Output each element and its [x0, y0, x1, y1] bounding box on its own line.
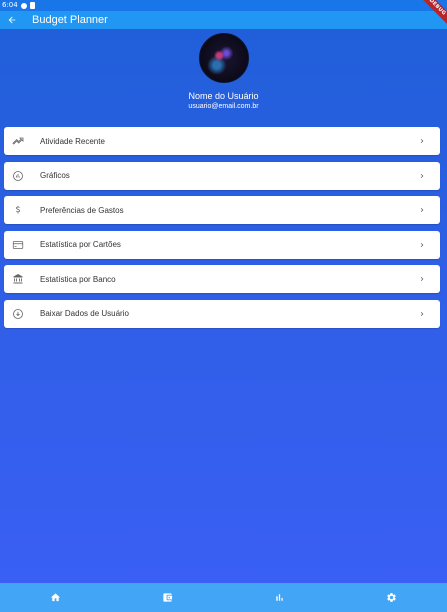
- menu-item-label: Preferências de Gastos: [40, 205, 124, 215]
- status-bar: 6:04: [0, 0, 447, 11]
- nav-home-button[interactable]: [36, 583, 76, 612]
- gear-icon: [386, 593, 396, 602]
- menu-item-label: Gráficos: [40, 171, 70, 180]
- menu-item-label: Estatística por Cartões: [40, 240, 121, 249]
- dollar-icon: [11, 203, 25, 217]
- bar-chart-icon: [276, 594, 283, 601]
- menu-item-recent-activity[interactable]: Atividade Recente: [4, 127, 440, 155]
- download-circle-icon: [11, 307, 25, 321]
- nav-wallet-button[interactable]: [148, 583, 188, 612]
- profile-section: Nome do Usuário usuario@email.com.br: [0, 33, 447, 110]
- menu-item-label: Atividade Recente: [40, 136, 105, 146]
- chart-circle-icon: [11, 169, 25, 183]
- app-title: Budget Planner: [32, 14, 108, 26]
- credit-card-icon: [11, 238, 25, 252]
- menu-item-spending-preferences[interactable]: Preferências de Gastos: [4, 196, 440, 224]
- wallet-icon: [163, 593, 173, 602]
- chevron-right-icon: [418, 310, 432, 318]
- nav-charts-button[interactable]: [259, 583, 299, 612]
- user-email: usuario@email.com.br: [188, 103, 259, 110]
- menu-item-download-user-data[interactable]: Baixar Dados de Usuário: [4, 299, 440, 328]
- bottom-navigation: [0, 583, 447, 612]
- chevron-right-icon: [418, 275, 432, 283]
- nav-settings-button[interactable]: [371, 583, 411, 612]
- menu-list: Atividade Recente Gráficos Preferências …: [4, 127, 440, 334]
- chevron-right-icon: [418, 137, 432, 145]
- notification-icon: [20, 2, 27, 9]
- user-name: Nome do Usuário: [188, 91, 259, 101]
- back-button[interactable]: [2, 11, 22, 29]
- sim-icon: [29, 2, 35, 9]
- menu-item-card-statistics[interactable]: Estatística por Cartões: [4, 230, 440, 259]
- status-time: 6:04: [2, 1, 18, 9]
- app-bar: Budget Planner: [0, 11, 447, 29]
- trending-up-icon: [11, 134, 25, 148]
- debug-banner: DEBUG: [417, 0, 447, 27]
- menu-item-charts[interactable]: Gráficos: [4, 161, 440, 190]
- chevron-right-icon: [418, 172, 432, 180]
- arrow-left-icon: [8, 16, 16, 24]
- menu-item-bank-statistics[interactable]: Estatística por Banco: [4, 265, 440, 293]
- menu-item-label: Estatística por Banco: [40, 274, 116, 284]
- chevron-right-icon: [418, 241, 432, 249]
- chevron-right-icon: [418, 206, 432, 214]
- menu-item-label: Baixar Dados de Usuário: [40, 309, 129, 318]
- home-icon: [51, 593, 61, 602]
- avatar[interactable]: [198, 33, 249, 83]
- debug-banner-wrapper: DEBUG: [417, 0, 447, 30]
- bank-icon: [11, 272, 25, 286]
